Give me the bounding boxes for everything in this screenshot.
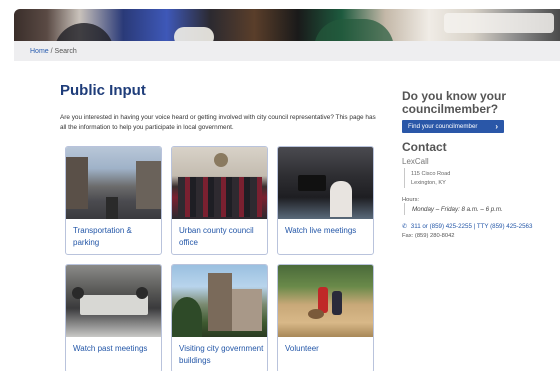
card-image	[278, 265, 373, 337]
breadcrumb-bar: Home / Search	[14, 41, 560, 61]
card-image	[66, 265, 161, 337]
card-label: Transportation & parking	[73, 226, 132, 247]
card-image	[278, 147, 373, 219]
card-transportation[interactable]: Transportation & parking	[65, 146, 162, 255]
hero-photo-paper	[174, 27, 214, 41]
card-label: Urban county council office	[179, 226, 254, 247]
address-line-2: Lexington, KY	[411, 180, 446, 186]
address: 115 Cisco Road Lexington, KY	[411, 170, 450, 188]
find-button-label: Find your councilmember	[408, 123, 478, 130]
card-image	[66, 147, 161, 219]
card-label: Volunteer	[285, 344, 319, 353]
hero-photo-table	[444, 13, 554, 33]
org-name: LexCall	[402, 157, 429, 166]
card-image	[172, 147, 267, 219]
card-volunteer[interactable]: Volunteer	[277, 264, 374, 371]
hours-divider	[404, 203, 405, 215]
fax-number: Fax: (859) 280-8042	[402, 233, 455, 239]
card-label: Watch live meetings	[285, 226, 357, 235]
hours-value: Monday – Friday: 8 a.m. – 6 p.m.	[412, 206, 503, 213]
card-image	[172, 265, 267, 337]
address-line-1: 115 Cisco Road	[411, 171, 451, 177]
card-label: Watch past meetings	[73, 344, 148, 353]
phone-number: 311 or (859) 425-2255 | TTY (859) 425-25…	[410, 223, 533, 230]
breadcrumb: Home / Search	[30, 48, 77, 55]
contact-title: Contact	[402, 140, 447, 154]
address-divider	[404, 168, 405, 188]
card-label: Visiting city government buildings	[179, 344, 264, 365]
phone-icon: ✆	[402, 224, 408, 230]
hero-banner	[14, 9, 560, 41]
find-councilmember-button[interactable]: Find your councilmember ›	[402, 120, 504, 133]
card-government-buildings[interactable]: Visiting city government buildings	[171, 264, 268, 371]
card-council-office[interactable]: Urban county council office	[171, 146, 268, 255]
chevron-right-icon: ›	[495, 122, 498, 131]
card-past-meetings[interactable]: Watch past meetings	[65, 264, 162, 371]
card-live-meetings[interactable]: Watch live meetings	[277, 146, 374, 255]
breadcrumb-current: Search	[54, 48, 77, 55]
breadcrumb-home-link[interactable]: Home	[30, 48, 49, 55]
hero-photo-person	[54, 23, 114, 41]
breadcrumb-separator: /	[50, 48, 53, 55]
intro-text: Are you interested in having your voice …	[60, 114, 376, 131]
phone-link[interactable]: ✆ 311 or (859) 425-2255 | TTY (859) 425-…	[402, 223, 532, 230]
page-title: Public Input	[60, 82, 146, 99]
councilmember-question: Do you know your councilmember?	[402, 89, 507, 116]
hero-photo-person	[314, 19, 394, 41]
